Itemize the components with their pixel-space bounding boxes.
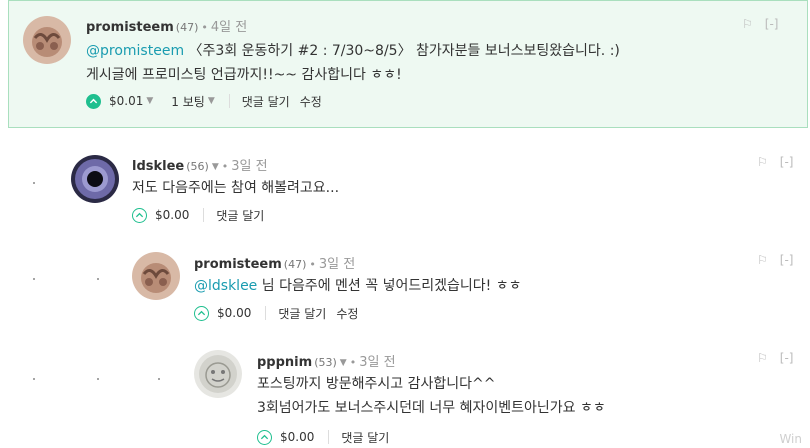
chevron-up-icon: [135, 212, 144, 217]
author-reputation: (56): [186, 160, 209, 173]
edit-link[interactable]: 수정: [336, 305, 358, 322]
flag-icon[interactable]: ⚐: [742, 17, 753, 31]
comment-actions-top: ⚐ [-]: [757, 253, 793, 267]
comment-author-line: pppnim (53) ▼ • 3일 전: [257, 351, 396, 370]
mention-link[interactable]: @ldsklee: [194, 278, 257, 294]
divider: [265, 306, 267, 320]
comment-body-line: 3회넘어가도 보너스주시던데 너무 혜자이벤트아닌가요 ㅎㅎ: [257, 400, 606, 416]
comment-author-line: promisteem (47) • 3일 전: [194, 253, 355, 272]
comment-footer: $0.01 ▼ 1 보팅 ▼ 댓글 달기 수정: [86, 91, 332, 111]
author-reputation: (47): [175, 21, 199, 34]
edit-link[interactable]: 수정: [300, 93, 322, 110]
comment-body: @promisteem 〈주3회 운동하기 #2 : 7/30~8/5〉 참가자…: [86, 39, 620, 87]
comment-body-line: @ldsklee 님 다음주에 멘션 꼭 넣어드리겠습니다! ㅎㅎ: [194, 274, 521, 298]
comment-actions-top: ⚐ [-]: [757, 155, 793, 169]
avatar[interactable]: [132, 252, 180, 300]
separator-dot: •: [309, 258, 316, 271]
upvote-button[interactable]: [86, 93, 101, 109]
chevron-up-icon: [197, 310, 206, 315]
reply-link[interactable]: 댓글 달기: [278, 305, 326, 322]
vote-count[interactable]: 1 보팅: [171, 93, 205, 110]
comment-time[interactable]: 3일 전: [319, 257, 355, 272]
author-name[interactable]: promisteem: [86, 20, 174, 35]
payout-value[interactable]: $0.00: [155, 208, 189, 222]
decorative-dot: [33, 182, 35, 184]
os-watermark: Win: [779, 432, 802, 446]
comment-time[interactable]: 4일 전: [211, 20, 247, 35]
divider: [203, 208, 205, 222]
comment-body-line: @promisteem 〈주3회 운동하기 #2 : 7/30~8/5〉 참가자…: [86, 39, 620, 63]
reply-link[interactable]: 댓글 달기: [242, 93, 290, 110]
caret-down-icon[interactable]: ▼: [146, 96, 153, 106]
decorative-dot: [97, 378, 99, 380]
separator-dot: •: [221, 160, 229, 173]
comment-author-line: promisteem (47) • 4일 전: [86, 16, 247, 35]
reply-link[interactable]: 댓글 달기: [216, 207, 264, 224]
comment-body-line: 포스팅까지 방문해주시고 감사합니다^^: [257, 376, 496, 392]
chevron-up-icon: [89, 98, 98, 103]
decorative-dot: [158, 378, 160, 380]
comment-footer: $0.00 댓글 달기 수정: [194, 303, 368, 323]
flag-icon[interactable]: ⚐: [757, 253, 768, 267]
author-reputation: (47): [283, 258, 307, 271]
separator-dot: •: [349, 356, 357, 369]
collapse-button[interactable]: [-]: [780, 155, 794, 169]
comment-footer: $0.00 댓글 달기: [257, 427, 399, 447]
upvote-button[interactable]: [257, 429, 272, 445]
divider: [228, 94, 230, 108]
author-name[interactable]: promisteem: [194, 257, 282, 272]
comment-body-line: 게시글에 프로미스팅 언급까지!!~~ 감사합니다 ㅎㅎ!: [86, 67, 402, 83]
comment-text: 님 다음주에 멘션 꼭 넣어드리겠습니다! ㅎㅎ: [257, 278, 522, 294]
upvote-button[interactable]: [132, 207, 147, 223]
caret-down-icon[interactable]: ▼: [212, 162, 219, 172]
author-reputation: (53): [314, 356, 337, 369]
flag-icon[interactable]: ⚐: [757, 351, 768, 365]
comment-text: 〈주3회 운동하기 #2 : 7/30~8/5〉 참가자분들 보너스보팅왔습니다…: [184, 43, 620, 59]
payout-value[interactable]: $0.00: [280, 430, 314, 444]
decorative-dot: [97, 278, 99, 280]
comment-footer: $0.00 댓글 달기: [132, 205, 274, 225]
divider: [328, 430, 330, 444]
comment-author-line: ldsklee (56) ▼ • 3일 전: [132, 155, 268, 174]
payout-value[interactable]: $0.00: [217, 306, 251, 320]
collapse-button[interactable]: [-]: [780, 253, 794, 267]
comment-text: 저도 다음주에는 참여 해볼려고요...: [132, 180, 340, 196]
upvote-button[interactable]: [194, 305, 209, 321]
chevron-up-icon: [260, 434, 269, 439]
comment-body: @ldsklee 님 다음주에 멘션 꼭 넣어드리겠습니다! ㅎㅎ: [194, 274, 521, 298]
avatar-ldsklee-icon: [71, 155, 119, 203]
reply-link[interactable]: 댓글 달기: [341, 429, 389, 446]
payout-value[interactable]: $0.01: [109, 94, 143, 108]
avatar-promisteem-icon: [132, 252, 180, 300]
comment-actions-top: ⚐ [-]: [757, 351, 793, 365]
decorative-dot: [33, 378, 35, 380]
caret-down-icon[interactable]: ▼: [208, 96, 215, 106]
comment-time[interactable]: 3일 전: [231, 159, 267, 174]
collapse-button[interactable]: [-]: [780, 351, 794, 365]
author-name[interactable]: ldsklee: [132, 159, 184, 174]
avatar[interactable]: [194, 350, 242, 398]
comment-time[interactable]: 3일 전: [359, 355, 395, 370]
avatar[interactable]: [23, 16, 71, 64]
collapse-button[interactable]: [-]: [765, 17, 779, 31]
comment-body: 저도 다음주에는 참여 해볼려고요...: [132, 176, 339, 200]
author-name[interactable]: pppnim: [257, 355, 312, 370]
caret-down-icon[interactable]: ▼: [340, 358, 347, 368]
comment-body: 포스팅까지 방문해주시고 감사합니다^^ 3회넘어가도 보너스주시던데 너무 혜…: [257, 372, 606, 420]
separator-dot: •: [201, 21, 208, 34]
mention-link[interactable]: @promisteem: [86, 43, 184, 59]
comment-actions-top: ⚐ [-]: [742, 17, 778, 31]
decorative-dot: [33, 278, 35, 280]
avatar[interactable]: [71, 155, 119, 203]
avatar-promisteem-icon: [23, 16, 71, 64]
flag-icon[interactable]: ⚐: [757, 155, 768, 169]
avatar-pppnim-icon: [194, 350, 242, 398]
